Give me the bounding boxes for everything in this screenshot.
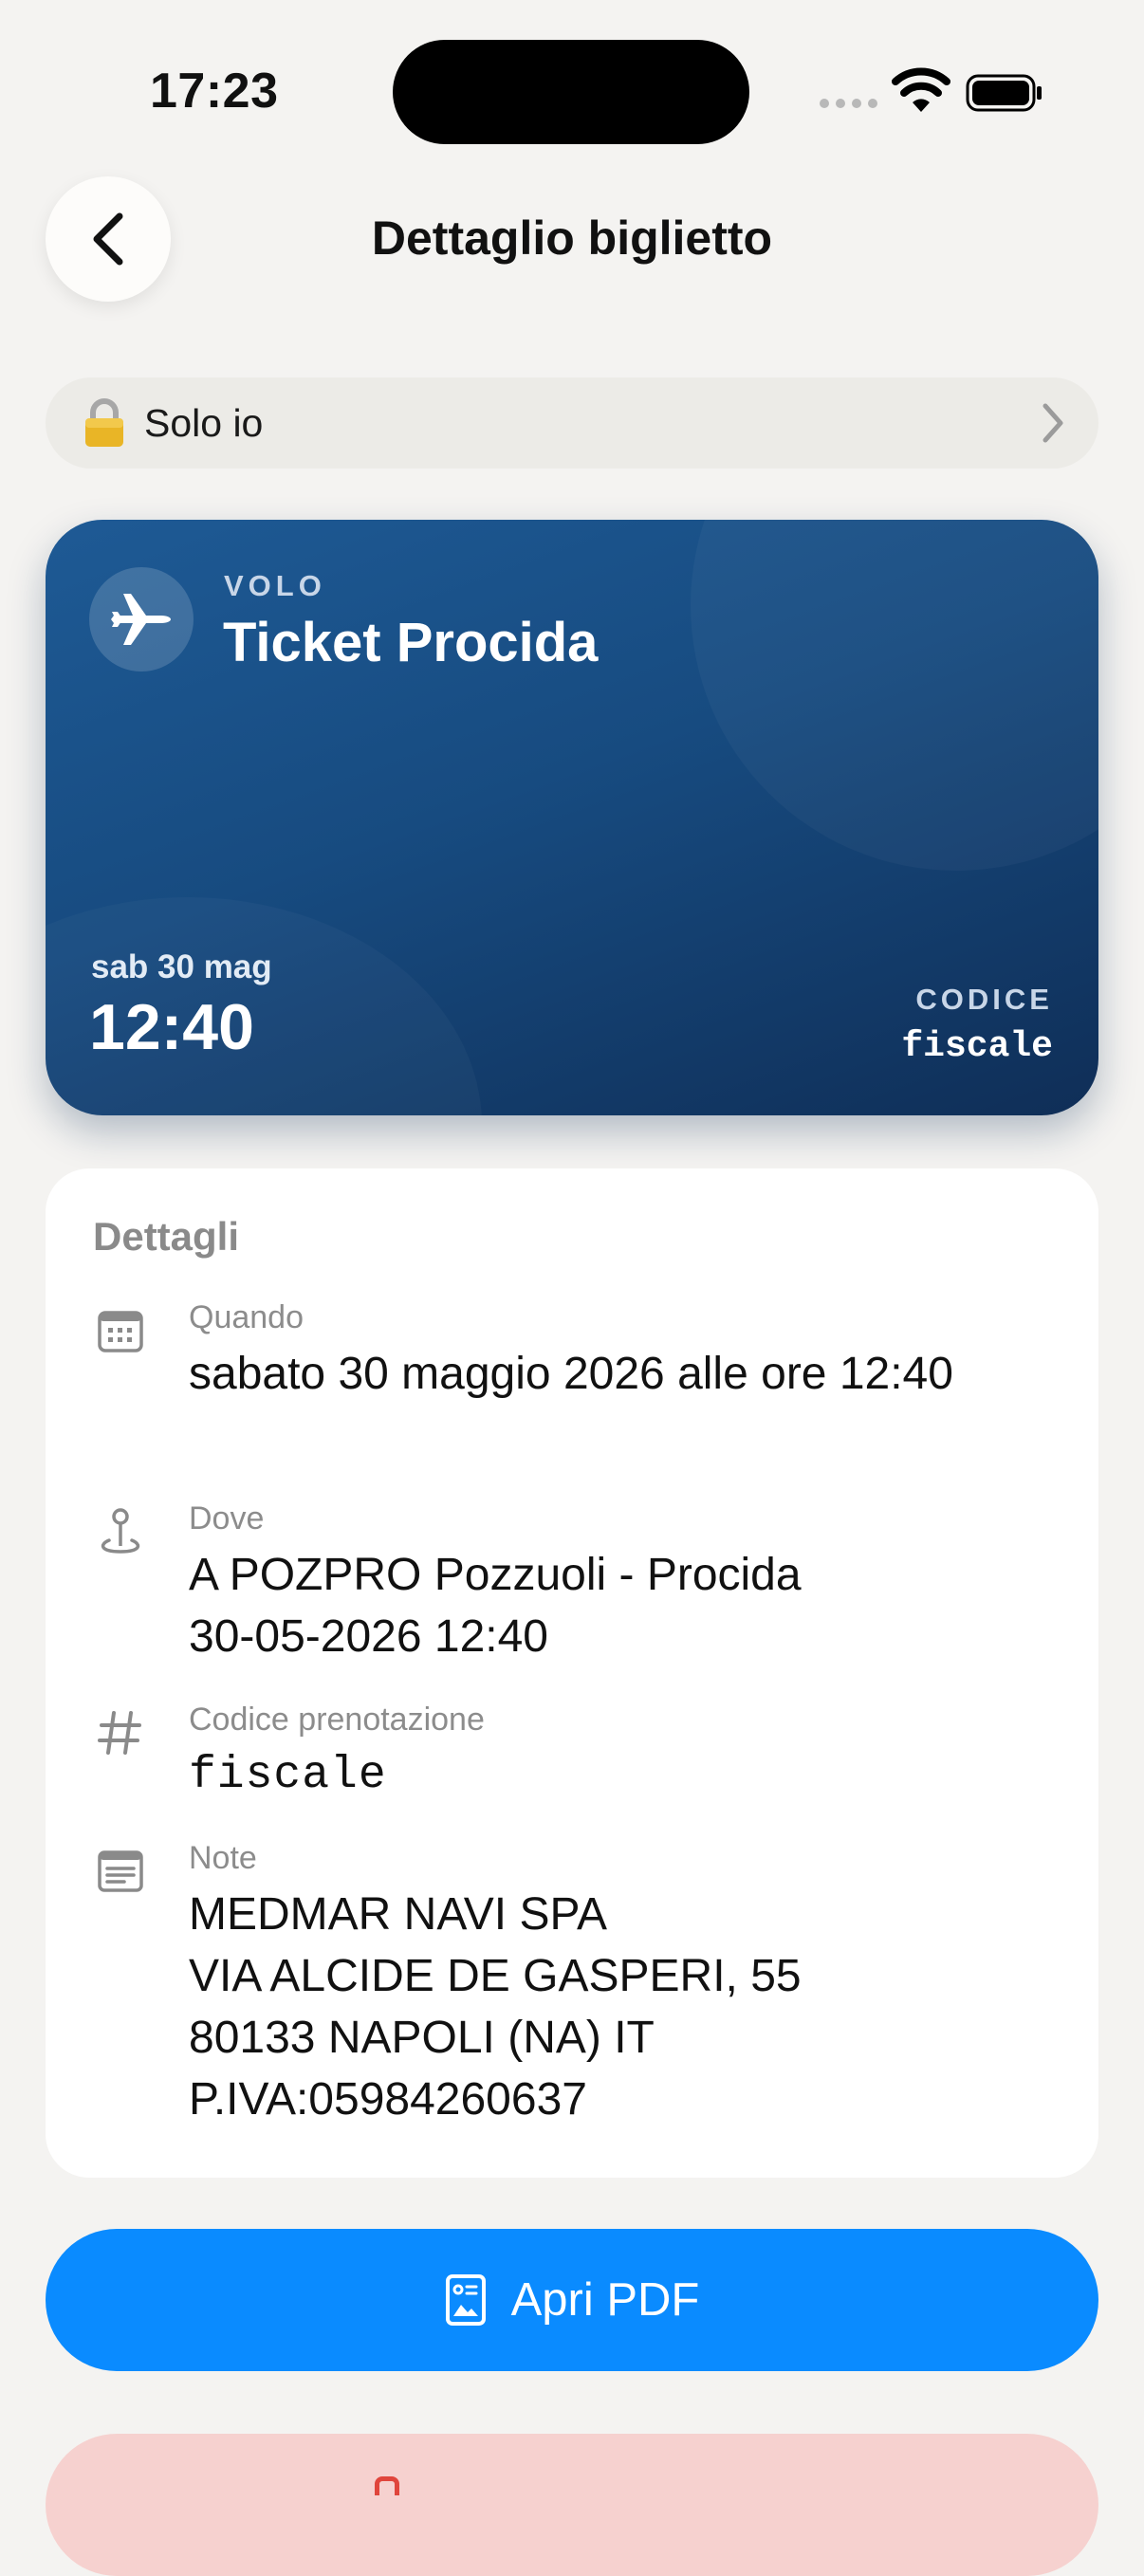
cellular-signal-icon <box>820 99 878 112</box>
ticket-type-badge <box>89 567 194 672</box>
where-line: A POZPRO Pozzuoli - Procida <box>189 1550 802 1600</box>
open-pdf-label: Apri PDF <box>510 2274 700 2326</box>
ticket-code-label: CODICE <box>915 983 1053 1016</box>
notes-line: MEDMAR NAVI SPA <box>189 1889 607 1940</box>
ticket-date: sab 30 mag <box>91 948 272 985</box>
details-title: Dettagli <box>93 1214 240 1259</box>
when-value: sabato 30 maggio 2026 alle ore 12:40 <box>189 1349 953 1399</box>
visibility-label: Solo io <box>144 400 264 445</box>
notes-label: Note <box>189 1840 257 1876</box>
where-label: Dove <box>189 1500 265 1536</box>
booking-code-label: Codice prenotazione <box>189 1702 485 1738</box>
calendar-icon <box>98 1311 143 1352</box>
notes-line: VIA ALCIDE DE GASPERI, 55 <box>189 1951 802 2001</box>
trash-icon <box>375 2476 399 2495</box>
dynamic-island <box>393 40 749 144</box>
ticket-type: VOLO <box>224 569 326 602</box>
card-decoration <box>691 520 1098 871</box>
status-time: 17:23 <box>150 64 279 119</box>
notes-line: 80133 NAPOLI (NA) IT <box>189 2013 655 2063</box>
location-pin-icon <box>101 1508 140 1554</box>
airplane-icon <box>111 594 171 645</box>
wifi-icon <box>892 67 950 112</box>
ticket-code: fiscale <box>901 1026 1053 1067</box>
pdf-document-icon <box>445 2274 486 2326</box>
notes-line: P.IVA:05984260637 <box>189 2074 587 2125</box>
where-value: A POZPRO Pozzuoli - Procida 30-05-2026 1… <box>189 1544 1024 1667</box>
ticket-card[interactable]: VOLO Ticket Procida sab 30 mag 12:40 COD… <box>46 520 1098 1115</box>
chevron-right-icon <box>1043 403 1063 443</box>
note-icon <box>98 1850 143 1892</box>
visibility-selector[interactable]: Solo io <box>46 377 1098 469</box>
details-card: Dettagli Quando sabato 30 maggio 2026 al… <box>46 1168 1098 2178</box>
open-pdf-button[interactable]: Apri PDF <box>46 2229 1098 2371</box>
hash-icon <box>98 1711 141 1755</box>
booking-code-value: fiscale <box>189 1750 387 1801</box>
ticket-name: Ticket Procida <box>223 612 599 673</box>
lock-icon <box>85 398 123 447</box>
delete-button[interactable] <box>46 2434 1098 2576</box>
when-label: Quando <box>189 1299 304 1335</box>
where-line: 30-05-2026 12:40 <box>189 1611 548 1662</box>
page-title: Dettaglio biglietto <box>371 212 773 265</box>
notes-value: MEDMAR NAVI SPA VIA ALCIDE DE GASPERI, 5… <box>189 1884 1024 2130</box>
battery-icon <box>966 74 1042 112</box>
ticket-time: 12:40 <box>89 991 254 1063</box>
